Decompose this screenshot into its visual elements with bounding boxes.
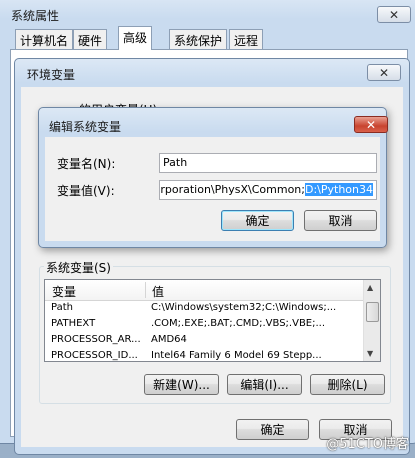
variable-value-selection: D:\Python34 (304, 183, 373, 196)
table-header: 变量 值 (45, 280, 380, 301)
table-scrollbar[interactable]: ▲ ▼ (363, 280, 380, 361)
row-variable: PROCESSOR_AR... (51, 334, 141, 345)
tab-hardware[interactable]: 硬件 (73, 29, 108, 49)
scroll-up-icon[interactable]: ▲ (367, 283, 373, 292)
system-variables-table[interactable]: 变量 值 Path C:\Windows\system32;C:\Windows… (44, 279, 381, 362)
scroll-thumb[interactable] (366, 302, 379, 322)
row-variable: Path (51, 302, 73, 313)
row-variable: PATHEXT (51, 318, 96, 329)
edit-cancel-button[interactable]: 取消 (304, 210, 377, 231)
row-value: AMD64 (151, 334, 187, 345)
table-row[interactable]: PROCESSOR_ID... Intel64 Family 6 Model 6… (45, 349, 365, 361)
variable-value-field[interactable]: Corporation\PhysX\Common;D:\Python34 (159, 180, 377, 200)
variable-value-label: 变量值(V): (57, 184, 115, 198)
watermark-text: @51CTO博客 (326, 437, 409, 452)
column-header-variable[interactable]: 变量 (52, 283, 76, 300)
delete-variable-button[interactable]: 删除(L) (310, 374, 385, 395)
system-properties-title: 系统属性 (11, 9, 60, 23)
edit-dialog-panel: 变量名(N): Path 变量值(V): Corporation\PhysX\C… (45, 137, 380, 241)
edit-system-variable-dialog: 编辑系统变量 ✕ 变量名(N): Path 变量值(V): Corporatio… (38, 107, 388, 248)
variable-name-label: 变量名(N): (57, 157, 116, 171)
row-value: .COM;.EXE;.BAT;.CMD;.VBS;.VBE;... (151, 318, 326, 329)
environment-variables-close-button[interactable]: ✕ (367, 64, 401, 81)
row-value: Intel64 Family 6 Model 69 Stepp... (151, 350, 322, 361)
scroll-down-icon[interactable]: ▼ (367, 349, 373, 358)
tab-advanced[interactable]: 高级 (118, 26, 153, 50)
new-variable-button[interactable]: 新建(W)... (144, 374, 219, 395)
edit-dialog-close-button[interactable]: ✕ (354, 116, 388, 133)
environment-variables-title: 环境变量 (27, 68, 76, 82)
variable-name-field[interactable]: Path (159, 153, 377, 173)
tab-computer-name[interactable]: 计算机名 (15, 29, 74, 49)
edit-dialog-title: 编辑系统变量 (49, 120, 122, 134)
edit-ok-button[interactable]: 确定 (221, 210, 294, 231)
table-row[interactable]: Path C:\Windows\system32;C:\Windows;... (45, 301, 365, 317)
tab-remote[interactable]: 远程 (229, 29, 264, 49)
system-variables-label: 系统变量(S) (44, 259, 113, 276)
env-ok-button[interactable]: 确定 (236, 419, 309, 440)
system-properties-close-button[interactable]: ✕ (377, 6, 411, 23)
variable-value-text: Corporation\PhysX\Common; (159, 183, 305, 196)
row-variable: PROCESSOR_ID... (51, 350, 138, 361)
row-value: C:\Windows\system32;C:\Windows;... (151, 302, 337, 313)
edit-variable-button[interactable]: 编辑(I)... (227, 374, 302, 395)
table-row[interactable]: PATHEXT .COM;.EXE;.BAT;.CMD;.VBS;.VBE;..… (45, 317, 365, 333)
tab-system-protection[interactable]: 系统保护 (169, 29, 228, 49)
column-header-value[interactable]: 值 (152, 283, 164, 300)
table-row[interactable]: PROCESSOR_AR... AMD64 (45, 333, 365, 349)
